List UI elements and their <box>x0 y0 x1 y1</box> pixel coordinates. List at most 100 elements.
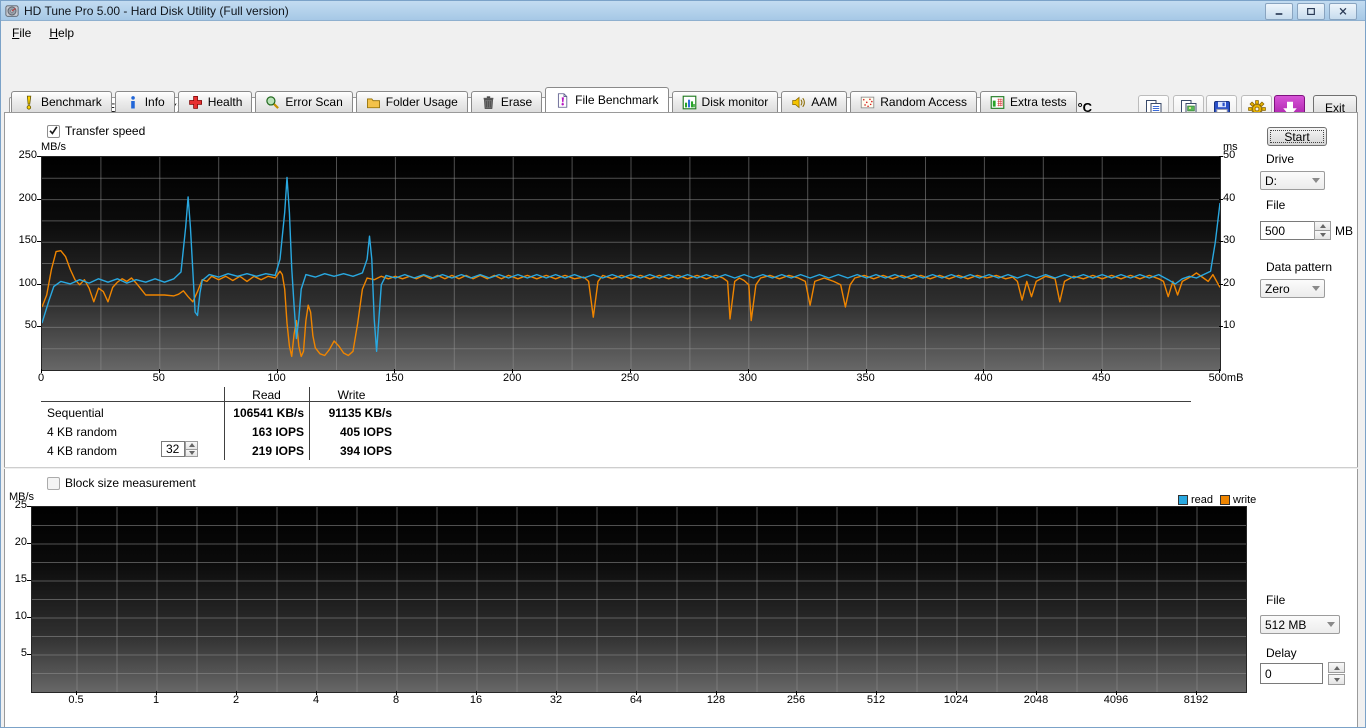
tab-erase[interactable]: Erase <box>470 91 543 112</box>
chart2-x-tickmark <box>876 691 877 695</box>
data-pattern-label: Data pattern <box>1266 260 1333 274</box>
menu-bar: File Help <box>1 21 1365 45</box>
result-row-label: Sequential <box>47 406 104 420</box>
tab-disk-monitor[interactable]: Disk monitor <box>671 91 779 112</box>
tab-label: AAM <box>811 95 838 109</box>
file-size-label: File <box>1266 198 1286 212</box>
chart1-yright-tick: 40 <box>1223 191 1236 204</box>
chart1-yright-tickmark <box>1219 198 1223 200</box>
minimize-button[interactable] <box>1265 3 1293 20</box>
title-bar: HD Tune Pro 5.00 - Hard Disk Utility (Fu… <box>1 1 1365 21</box>
chart1-yleft-tickmark <box>37 326 41 328</box>
chart2-x-tick: 8192 <box>1183 694 1209 706</box>
tab-folder-usage[interactable]: Folder Usage <box>355 91 468 112</box>
result-write-value: 91135 KB/s <box>328 406 392 420</box>
chart1-yright-tickmark <box>1219 326 1223 328</box>
tab-benchmark[interactable]: Benchmark <box>11 91 112 112</box>
chart1-x-tick: 400 <box>974 372 993 384</box>
tab-label: Benchmark <box>41 95 102 109</box>
transfer-speed-chart <box>41 156 1221 371</box>
close-button[interactable] <box>1329 3 1357 20</box>
table-header-rule <box>41 401 1191 402</box>
data-pattern-value: Zero <box>1265 281 1290 296</box>
menu-item-help[interactable]: Help <box>40 23 83 43</box>
drive-label: Drive <box>1266 152 1295 166</box>
chart1-yleft-tickmark <box>37 198 41 200</box>
menu-item-file[interactable]: File <box>3 23 40 43</box>
tab-label: Error Scan <box>285 95 343 109</box>
chart1-yright-tick: 10 <box>1223 319 1236 332</box>
chart1-yright-tick: 50 <box>1223 149 1236 161</box>
chart1-x-tickmark <box>276 369 278 373</box>
data-pattern-select[interactable]: Zero <box>1260 279 1325 298</box>
chart2-x-tickmark <box>156 691 157 695</box>
spin-down-icon[interactable] <box>1328 674 1345 685</box>
chart1-x-tick: 150 <box>385 372 404 384</box>
legend-read-swatch <box>1178 495 1188 505</box>
file-size-input[interactable]: 500 <box>1260 221 1315 240</box>
file-size-stepper[interactable] <box>1314 221 1331 240</box>
close-icon <box>1338 7 1348 16</box>
block-file-value: 512 MB <box>1265 617 1307 632</box>
tab-error-scan[interactable]: Error Scan <box>255 91 353 112</box>
transfer-speed-checkbox[interactable] <box>47 125 60 138</box>
chart2-x-tickmark <box>396 691 397 695</box>
chart2-x-tick: 1024 <box>943 694 969 706</box>
chart1-x-tickmark <box>158 369 160 373</box>
chart1-x-tick: 300 <box>738 372 757 384</box>
tab-label: Health <box>207 95 243 109</box>
chart2-yleft-tickmark <box>27 580 31 581</box>
tab-file-benchmark[interactable]: File Benchmark <box>545 87 669 112</box>
chart2-x-tickmark <box>796 691 797 695</box>
drive-letter-value: D: <box>1265 173 1277 188</box>
tab-random-access[interactable]: Random Access <box>850 91 977 112</box>
chart2-yleft-tick: 10 <box>14 610 27 622</box>
chart2-x-tickmark <box>636 691 637 695</box>
block-size-label: Block size measurement <box>65 476 196 490</box>
spin-up-icon[interactable] <box>1314 221 1331 231</box>
chart1-x-last-tick: 500mB <box>1208 372 1244 384</box>
tab-extra-tests[interactable]: Extra tests <box>979 91 1077 112</box>
chart2-x-tick: 4 <box>312 694 320 706</box>
chart2-x-tick: 8 <box>392 694 400 706</box>
toolbar: WDC WD1002FAEX-00Z3A0 (1000 gB) 39°C Exi… <box>1 45 1365 122</box>
spin-down-icon[interactable] <box>1314 231 1331 240</box>
result-write-value: 405 IOPS <box>339 425 392 439</box>
result-row-label: 4 KB random <box>47 444 118 458</box>
chart1-yleft-tickmark <box>37 156 41 157</box>
block-size-chart <box>31 506 1247 693</box>
chart1-x-tickmark <box>1101 369 1103 373</box>
maximize-button[interactable] <box>1297 3 1325 20</box>
chart1-yright-tick: 30 <box>1223 234 1236 247</box>
tab-health[interactable]: Health <box>177 91 253 112</box>
chart1-x-tickmark <box>1219 369 1220 373</box>
chevron-down-icon <box>1312 178 1320 183</box>
chart2-yleft-tick: 15 <box>14 573 27 585</box>
delay-input[interactable]: 0 <box>1260 663 1323 684</box>
delay-step-down[interactable] <box>1328 674 1345 685</box>
chart2-x-tickmark <box>1116 691 1117 695</box>
block-size-checkbox[interactable] <box>47 477 60 490</box>
chart1-x-tick: 50 <box>152 372 165 384</box>
tab-aam[interactable]: AAM <box>781 91 848 112</box>
start-button[interactable]: Start <box>1267 127 1327 146</box>
spin-up-icon[interactable] <box>1328 662 1345 673</box>
block-file-select[interactable]: 512 MB <box>1260 615 1340 634</box>
delay-step-up[interactable] <box>1328 662 1345 673</box>
chart2-x-tick: 512 <box>866 694 886 706</box>
drive-letter-select[interactable]: D: <box>1260 171 1325 190</box>
chart1-x-tickmark <box>41 369 42 373</box>
chart2-x-tickmark <box>316 691 317 695</box>
benchmark-icon <box>21 95 36 110</box>
chart1-x-tickmark <box>512 369 514 373</box>
chart2-x-tickmark <box>556 691 557 695</box>
chevron-down-icon <box>1327 622 1335 627</box>
tab-info[interactable]: Info <box>114 91 175 112</box>
tab-label: Random Access <box>880 95 967 109</box>
chart2-yleft-tickmark <box>27 543 31 544</box>
chart2-yleft-tick: 25 <box>14 499 27 511</box>
health-icon <box>188 95 203 110</box>
random-access-icon <box>860 95 875 110</box>
file-benchmark-icon <box>555 92 570 108</box>
legend-read-label: read <box>1191 494 1214 506</box>
